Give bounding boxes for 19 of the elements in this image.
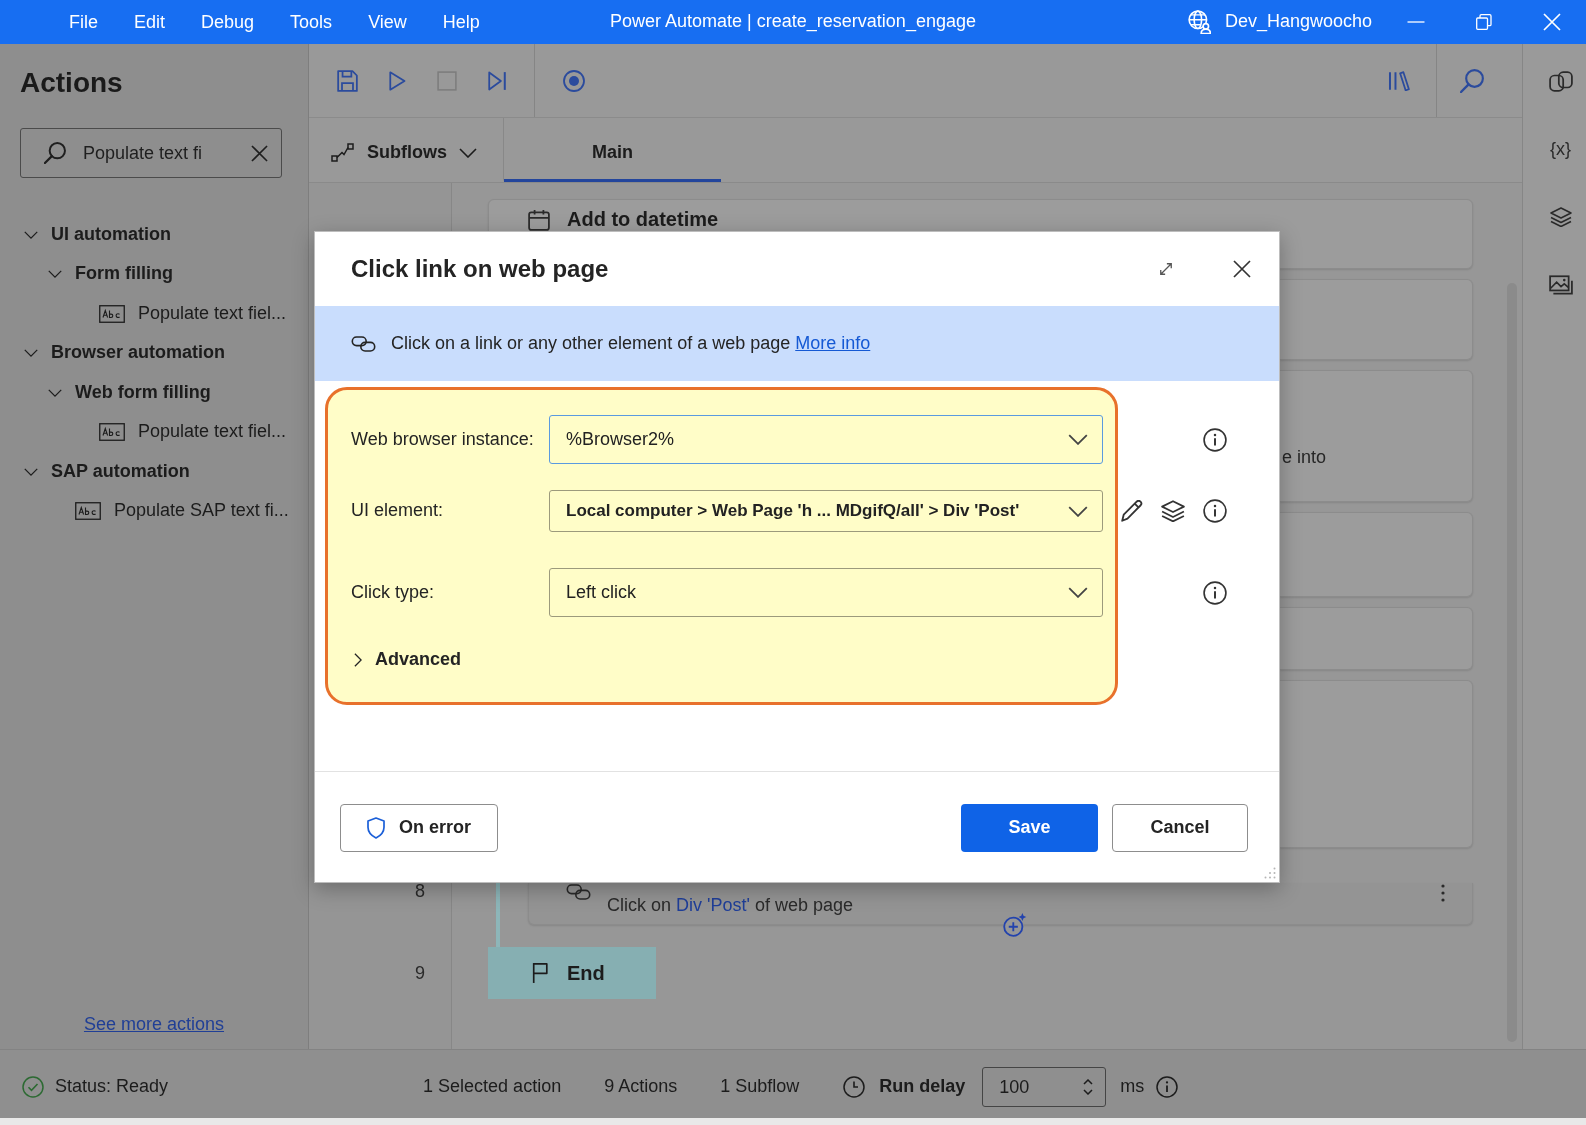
field-label: Web browser instance: (351, 428, 534, 451)
unit-label: ms (1120, 1076, 1145, 1098)
step-text: e into (1281, 447, 1327, 467)
step-title: End (567, 963, 605, 983)
field-label: UI element: (351, 500, 444, 522)
status-count: 1 Selected action (423, 1076, 562, 1098)
step-description: Click on Div 'Post' of web page (607, 896, 853, 914)
status-text: Status: Ready (55, 1076, 169, 1098)
line-number: 8 (415, 881, 425, 901)
dialog-title: Click link on web page (351, 254, 609, 284)
field-label: Click type: (351, 581, 435, 604)
panel-title: Actions (20, 66, 123, 100)
line-number: 9 (415, 963, 425, 983)
status-count: 9 Actions (604, 1076, 678, 1098)
status-count: 1 Subflow (720, 1076, 800, 1098)
window-title: Power Automate | create_reservation_engage (610, 11, 976, 33)
step-title: Add to datetime (567, 209, 719, 229)
run-delay-label: Run delay (879, 1076, 966, 1098)
banner-text: Click on a link or any other element of a web page More info (391, 332, 871, 355)
